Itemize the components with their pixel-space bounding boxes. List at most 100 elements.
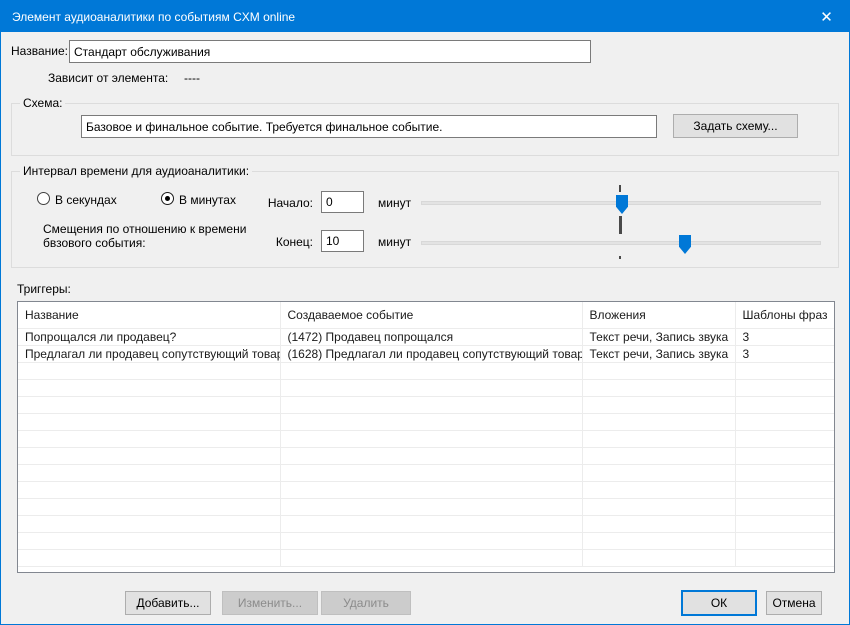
empty-table-cell — [582, 481, 735, 498]
empty-table-row — [18, 498, 834, 515]
empty-table-cell — [735, 515, 834, 532]
depends-on-label: Зависит от элемента: — [48, 71, 168, 85]
empty-table-cell — [280, 396, 582, 413]
table-cell[interactable]: Попрощался ли продавец? — [18, 328, 280, 345]
start-input[interactable] — [321, 191, 364, 213]
empty-table-row — [18, 447, 834, 464]
end-unit-label: минут — [378, 235, 411, 249]
radio-minutes-label: В минутах — [179, 193, 236, 207]
table-row[interactable]: Попрощался ли продавец?(1472) Продавец п… — [18, 328, 834, 345]
scheme-input[interactable] — [81, 115, 657, 138]
empty-table-cell — [280, 447, 582, 464]
empty-table-cell — [18, 549, 280, 566]
end-label: Конец: — [241, 235, 313, 249]
name-label: Название: — [11, 44, 68, 58]
empty-table-cell — [18, 447, 280, 464]
end-slider-track[interactable] — [421, 241, 821, 245]
empty-table-row — [18, 430, 834, 447]
depends-on-value: ---- — [184, 71, 200, 85]
table-cell[interactable]: 3 — [735, 345, 834, 362]
empty-table-cell — [735, 532, 834, 549]
empty-table-cell — [280, 549, 582, 566]
empty-table-cell — [735, 379, 834, 396]
empty-table-row — [18, 413, 834, 430]
empty-table-cell — [18, 430, 280, 447]
bottom-tick — [619, 256, 621, 259]
radio-seconds-label: В секундах — [55, 193, 117, 207]
empty-table-row — [18, 532, 834, 549]
empty-table-row — [18, 396, 834, 413]
empty-table-cell — [582, 396, 735, 413]
empty-table-cell — [18, 515, 280, 532]
empty-table-cell — [280, 498, 582, 515]
empty-table-cell — [582, 413, 735, 430]
empty-table-cell — [735, 464, 834, 481]
empty-table-cell — [735, 447, 834, 464]
empty-table-cell — [18, 481, 280, 498]
triggers-table-header: НазваниеСоздаваемое событиеВложенияШабло… — [18, 302, 834, 328]
empty-table-row — [18, 481, 834, 498]
empty-table-cell — [18, 532, 280, 549]
name-input[interactable] — [69, 40, 591, 63]
scheme-group-label: Схема: — [20, 97, 65, 110]
edit-button[interactable]: Изменить... — [222, 591, 318, 615]
delete-button[interactable]: Удалить — [321, 591, 411, 615]
empty-table-cell — [735, 362, 834, 379]
empty-table-cell — [280, 464, 582, 481]
empty-table-cell — [18, 464, 280, 481]
empty-table-cell — [735, 481, 834, 498]
end-slider-zero-tick — [619, 216, 622, 234]
table-cell[interactable]: Предлагал ли продавец сопутствующий това… — [18, 345, 280, 362]
window-title: Элемент аудиоаналитики по событиям CXM o… — [1, 10, 295, 24]
triggers-table[interactable]: НазваниеСоздаваемое событиеВложенияШабло… — [17, 301, 835, 573]
empty-table-cell — [582, 447, 735, 464]
empty-table-cell — [280, 430, 582, 447]
cancel-button[interactable]: Отмена — [766, 591, 822, 615]
empty-table-cell — [280, 379, 582, 396]
empty-table-cell — [735, 430, 834, 447]
empty-table-cell — [735, 413, 834, 430]
start-label: Начало: — [241, 196, 313, 210]
end-input[interactable] — [321, 230, 364, 252]
empty-table-cell — [582, 379, 735, 396]
column-header[interactable]: Шаблоны фраз — [735, 302, 834, 328]
column-header[interactable]: Вложения — [582, 302, 735, 328]
table-cell[interactable]: 3 — [735, 328, 834, 345]
empty-table-cell — [582, 498, 735, 515]
table-cell[interactable]: Текст речи, Запись звука — [582, 345, 735, 362]
empty-table-cell — [280, 532, 582, 549]
empty-table-cell — [582, 549, 735, 566]
start-slider-zero-tick — [619, 185, 621, 192]
triggers-table-body: Попрощался ли продавец?(1472) Продавец п… — [18, 328, 834, 566]
empty-table-cell — [735, 498, 834, 515]
empty-table-row — [18, 549, 834, 566]
column-header[interactable]: Название — [18, 302, 280, 328]
add-button[interactable]: Добавить... — [125, 591, 211, 615]
empty-table-row — [18, 379, 834, 396]
column-header[interactable]: Создаваемое событие — [280, 302, 582, 328]
table-cell[interactable]: (1472) Продавец попрощался — [280, 328, 582, 345]
empty-table-row — [18, 464, 834, 481]
empty-table-cell — [280, 481, 582, 498]
title-bar: Элемент аудиоаналитики по событиям CXM o… — [1, 1, 849, 32]
empty-table-cell — [18, 379, 280, 396]
empty-table-cell — [280, 515, 582, 532]
close-icon: ✕ — [820, 8, 833, 26]
empty-table-row — [18, 362, 834, 379]
empty-table-cell — [582, 515, 735, 532]
set-scheme-button[interactable]: Задать схему... — [673, 114, 798, 138]
empty-table-cell — [18, 362, 280, 379]
empty-table-cell — [582, 362, 735, 379]
close-button[interactable]: ✕ — [804, 1, 849, 32]
empty-table-cell — [280, 413, 582, 430]
table-row[interactable]: Предлагал ли продавец сопутствующий това… — [18, 345, 834, 362]
empty-table-cell — [280, 362, 582, 379]
table-cell[interactable]: (1628) Предлагал ли продавец сопутствующ… — [280, 345, 582, 362]
empty-table-cell — [18, 498, 280, 515]
table-cell[interactable]: Текст речи, Запись звука — [582, 328, 735, 345]
empty-table-cell — [582, 464, 735, 481]
empty-table-cell — [18, 396, 280, 413]
dialog-window: Элемент аудиоаналитики по событиям CXM o… — [0, 0, 850, 625]
empty-table-cell — [18, 413, 280, 430]
ok-button[interactable]: ОК — [681, 590, 757, 616]
